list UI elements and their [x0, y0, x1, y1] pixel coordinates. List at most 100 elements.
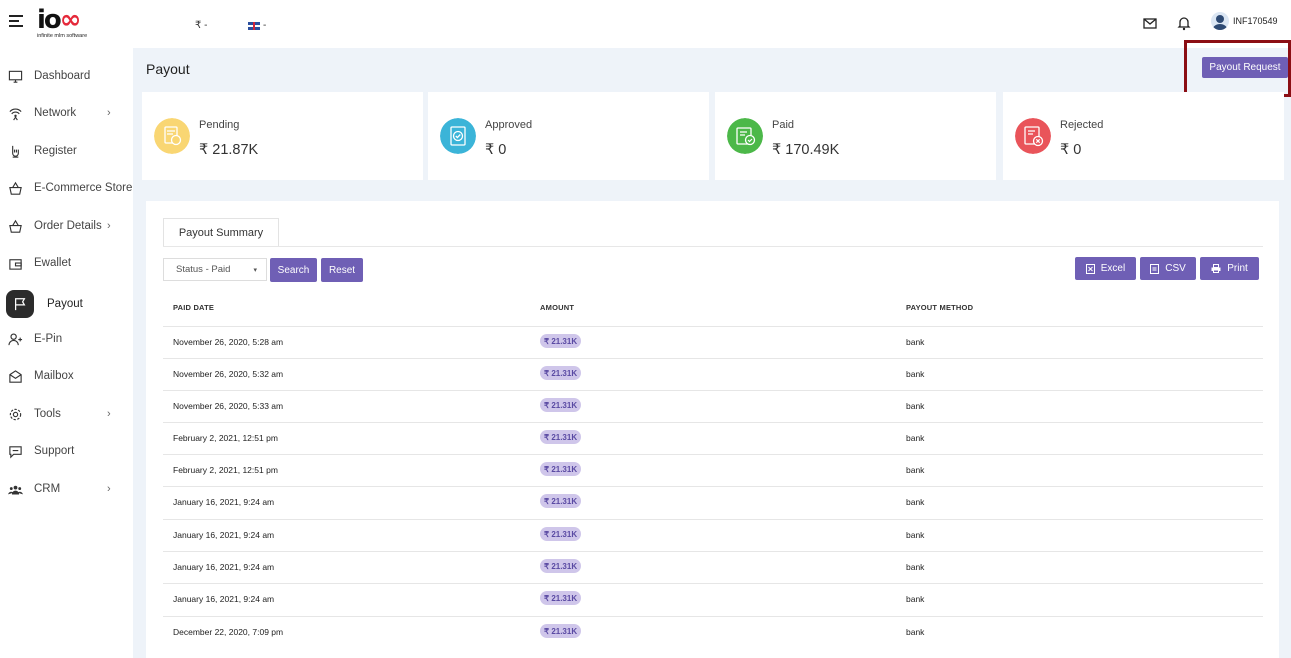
sidebar-item-label: Dashboard [34, 70, 91, 82]
users-icon [8, 485, 23, 494]
language-selector[interactable]: - [248, 20, 266, 31]
paid-value: ₹ 170.49K [772, 142, 840, 158]
sidebar-item-tools[interactable]: Tools › [0, 400, 133, 428]
sidebar-item-label: CRM [34, 483, 61, 495]
excel-label: Excel [1100, 263, 1126, 274]
sidebar-item-dashboard[interactable]: Dashboard [0, 62, 133, 90]
sidebar-item-label: Order Details [34, 220, 102, 232]
logo-text-infinity: ∞ [59, 5, 82, 35]
excel-export-button[interactable]: Excel [1075, 257, 1136, 280]
reset-button[interactable]: Reset [321, 258, 363, 282]
rejected-value: ₹ 0 [1060, 142, 1082, 158]
currency-selector[interactable]: ₹ - [195, 20, 207, 31]
page-title: Payout [146, 61, 190, 77]
table-row: November 26, 2020, 5:33 am ₹ 21.31K bank [163, 390, 1263, 422]
gear-icon [9, 408, 22, 420]
user-menu[interactable]: INF170549 [1211, 12, 1278, 30]
payout-request-button[interactable]: Payout Request [1202, 57, 1288, 78]
paid-date-cell: January 16, 2021, 9:24 am [173, 497, 275, 507]
sidebar-item-epin[interactable]: E-Pin [0, 325, 133, 353]
active-icon-badge [6, 290, 34, 318]
sidebar-item-label: Support [34, 445, 75, 457]
approved-icon [440, 118, 476, 154]
chevron-right-icon: › [107, 483, 111, 495]
sidebar: Dashboard Network › Register E-Commerce … [0, 48, 133, 658]
tab-payout-summary[interactable]: Payout Summary [163, 218, 279, 247]
sidebar-item-payout[interactable]: Payout [0, 290, 133, 318]
paid-date-cell: February 2, 2021, 12:51 pm [173, 465, 278, 475]
table-row: December 22, 2020, 7:09 pm ₹ 21.31K bank [163, 616, 1263, 648]
rejected-icon [1015, 118, 1051, 154]
paid-date-cell: November 26, 2020, 5:33 am [173, 401, 284, 411]
bell-icon[interactable] [1176, 15, 1192, 31]
chevron-right-icon: › [107, 408, 111, 420]
amount-badge: ₹ 21.31K [540, 398, 582, 412]
table-row: January 16, 2021, 9:24 am ₹ 21.31K bank [163, 519, 1263, 551]
csv-file-icon [1150, 263, 1160, 274]
excel-file-icon [1085, 263, 1095, 274]
language-label: - [263, 20, 267, 31]
print-button[interactable]: Print [1200, 257, 1259, 280]
avatar [1211, 12, 1229, 30]
sidebar-item-crm[interactable]: CRM › [0, 475, 133, 503]
mail-icon [9, 369, 22, 383]
monitor-icon [8, 70, 23, 83]
hamburger-menu-icon[interactable] [9, 15, 25, 29]
register-icon [12, 145, 19, 158]
sidebar-item-mailbox[interactable]: Mailbox [0, 362, 133, 390]
paid-date-cell: November 26, 2020, 5:28 am [173, 337, 284, 347]
table-row: February 2, 2021, 12:51 pm ₹ 21.31K bank [163, 422, 1263, 454]
rejected-label: Rejected [1060, 119, 1104, 131]
sidebar-item-network[interactable]: Network › [0, 99, 133, 127]
amount-badge: ₹ 21.31K [540, 494, 582, 508]
sidebar-item-label: E-Commerce Store [34, 182, 133, 194]
table-row: January 16, 2021, 9:24 am ₹ 21.31K bank [163, 583, 1263, 615]
wallet-icon [9, 258, 22, 270]
paid-icon [727, 118, 763, 154]
uk-flag-icon [248, 21, 260, 30]
logo-subtitle: infinite mlm software [37, 33, 88, 39]
csv-label: CSV [1165, 263, 1186, 274]
payout-method-cell: bank [906, 562, 925, 572]
amount-badge: ₹ 21.31K [540, 527, 582, 541]
approved-label: Approved [485, 119, 533, 131]
top-header: io∞ infinite mlm software ₹ - - INF17054… [0, 0, 1291, 48]
username: INF170549 [1233, 16, 1278, 26]
sidebar-item-register[interactable]: Register [0, 137, 133, 165]
payout-method-cell: bank [906, 627, 925, 637]
table-row: January 16, 2021, 9:24 am ₹ 21.31K bank [163, 486, 1263, 518]
network-icon [9, 108, 22, 120]
search-button[interactable]: Search [270, 258, 317, 282]
caret-down-icon: ▾ [253, 267, 257, 274]
user-plus-icon [8, 333, 23, 345]
sidebar-item-label: Mailbox [34, 370, 74, 382]
status-filter-select[interactable]: Status - Paid ▾ [163, 258, 267, 281]
payout-method-cell: bank [906, 497, 925, 507]
sidebar-item-label: Payout [47, 298, 83, 310]
csv-export-button[interactable]: CSV [1140, 257, 1196, 280]
status-filter-value: Status - Paid [176, 264, 231, 275]
amount-badge: ₹ 21.31K [540, 559, 582, 573]
paid-card: Paid ₹ 170.49K [715, 92, 996, 180]
sidebar-item-order-details[interactable]: Order Details › [0, 212, 133, 240]
table-row: January 16, 2021, 9:24 am ₹ 21.31K bank [163, 551, 1263, 583]
pending-card: Pending ₹ 21.87K [142, 92, 423, 180]
sidebar-item-ecommerce-store[interactable]: E-Commerce Store [0, 174, 133, 202]
amount-badge: ₹ 21.31K [540, 462, 582, 476]
amount-badge: ₹ 21.31K [540, 334, 582, 348]
sidebar-item-support[interactable]: Support [0, 437, 133, 465]
column-header-paid-date: PAID DATE [173, 303, 215, 312]
mail-icon[interactable] [1142, 15, 1158, 31]
paid-date-cell: November 26, 2020, 5:32 am [173, 369, 284, 379]
sidebar-item-ewallet[interactable]: Ewallet [0, 249, 133, 277]
amount-badge: ₹ 21.31K [540, 430, 582, 444]
approved-card: Approved ₹ 0 [428, 92, 709, 180]
payout-method-cell: bank [906, 433, 925, 443]
printer-icon [1211, 264, 1221, 273]
payout-summary-panel: Payout Summary Status - Paid ▾ Search Re… [146, 201, 1279, 658]
logo[interactable]: io∞ infinite mlm software [37, 7, 107, 41]
paid-date-cell: January 16, 2021, 9:24 am [173, 562, 275, 572]
payout-method-cell: bank [906, 530, 925, 540]
table-row: November 26, 2020, 5:28 am ₹ 21.31K bank [163, 326, 1263, 358]
payout-method-cell: bank [906, 337, 925, 347]
